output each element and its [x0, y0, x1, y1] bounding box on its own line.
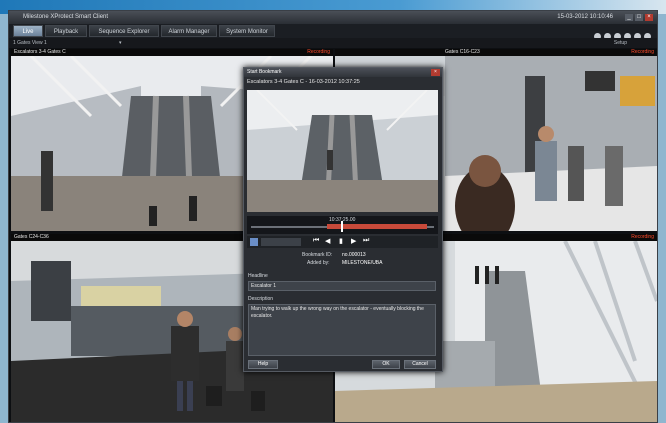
- view-selector-bar: 1 Gates View 1 ▾ Setup: [9, 38, 657, 48]
- cancel-button[interactable]: Cancel: [404, 360, 436, 369]
- setup-button[interactable]: Setup: [614, 38, 627, 48]
- bookmark-video-preview: [247, 90, 438, 212]
- dialog-camera-line: Escalators 3-4 Gates C - 16-03-2012 10:3…: [247, 79, 360, 85]
- close-icon[interactable]: ×: [431, 69, 440, 76]
- camera-name: Gates C24-C36: [14, 234, 49, 240]
- headline-field[interactable]: Escalator 1: [248, 281, 436, 291]
- description-label: Description: [248, 296, 274, 302]
- app-window: Milestone XProtect Smart Client 15-03-20…: [8, 10, 658, 423]
- speed-slider[interactable]: [261, 238, 301, 246]
- recording-indicator: Recording: [631, 234, 654, 240]
- tab-alarm-manager[interactable]: Alarm Manager: [161, 25, 217, 37]
- tab-live[interactable]: Live: [13, 25, 43, 37]
- skip-back-icon[interactable]: ⏮: [313, 237, 319, 245]
- bookmark-dialog: Start Bookmark × Escalators 3-4 Gates C …: [243, 67, 443, 372]
- close-button[interactable]: ×: [645, 14, 653, 21]
- bookmark-id-value: no.000013: [342, 252, 366, 258]
- datetime-display: 15-03-2012 10:10:46: [557, 14, 613, 20]
- dialog-title: Start Bookmark: [247, 69, 282, 75]
- play-icon[interactable]: ▶: [351, 237, 356, 245]
- camera-header: Gates C16-C23 Recording: [335, 49, 657, 56]
- headline-label: Headline: [248, 273, 268, 279]
- recording-indicator: Recording: [307, 49, 330, 55]
- recording-indicator: Recording: [631, 49, 654, 55]
- pause-icon[interactable]: ▮: [339, 237, 343, 245]
- view-dropdown[interactable]: 1 Gates View 1: [13, 38, 47, 48]
- bookmark-id-label: Bookmark ID:: [302, 252, 333, 258]
- maximize-button[interactable]: □: [635, 14, 643, 21]
- ok-button[interactable]: OK: [372, 360, 400, 369]
- added-by-value: MILESTONE/UBA: [342, 260, 383, 266]
- camera-header: Escalators 3-4 Gates C Recording: [11, 49, 333, 56]
- title-bar: Milestone XProtect Smart Client 15-03-20…: [9, 11, 657, 24]
- playback-controls: ⏮ ◀ ▮ ▶ ⏭: [247, 236, 438, 248]
- step-back-icon[interactable]: ◀: [325, 237, 330, 245]
- help-button[interactable]: Help: [248, 360, 278, 369]
- chevron-down-icon[interactable]: ▾: [119, 38, 122, 48]
- description-field[interactable]: Man trying to walk up the wrong way on t…: [248, 304, 436, 356]
- dialog-title-bar: Start Bookmark ×: [244, 68, 442, 77]
- tab-sequence-explorer[interactable]: Sequence Explorer: [89, 25, 159, 37]
- added-by-label: Added by:: [307, 260, 330, 266]
- skip-forward-icon[interactable]: ⏭: [363, 237, 369, 245]
- tab-system-monitor[interactable]: System Monitor: [219, 25, 275, 37]
- window-title: Milestone XProtect Smart Client: [23, 14, 109, 20]
- main-tab-bar: Live Playback Sequence Explorer Alarm Ma…: [9, 24, 657, 40]
- timeline-bar[interactable]: 10:37:25.00: [247, 216, 438, 234]
- camera-name: Escalators 3-4 Gates C: [14, 49, 66, 55]
- minimize-button[interactable]: _: [625, 14, 633, 21]
- tab-playback[interactable]: Playback: [45, 25, 87, 37]
- bookmark-icon[interactable]: [250, 238, 258, 246]
- camera-name: Gates C16-C23: [445, 49, 480, 55]
